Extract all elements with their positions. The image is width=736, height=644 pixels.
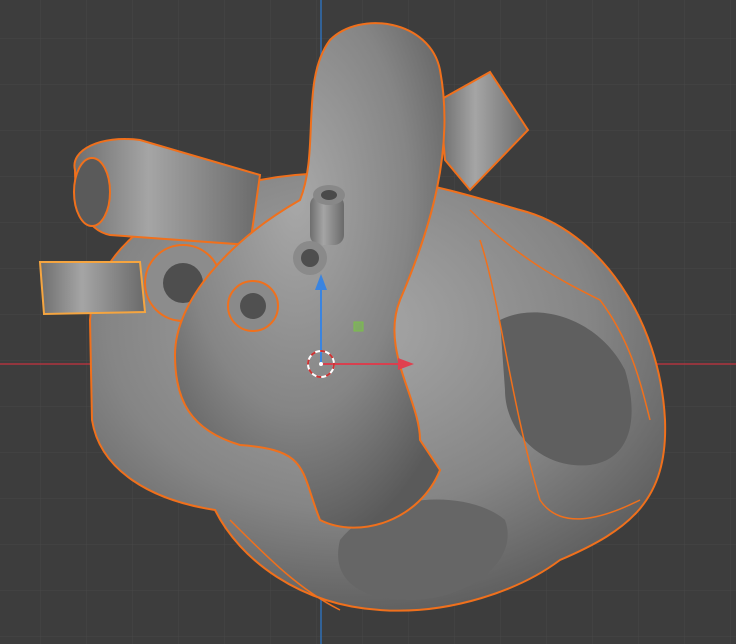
3d-viewport[interactable] bbox=[0, 0, 736, 644]
move-plane-handle-icon[interactable] bbox=[353, 321, 364, 332]
viewport-canvas[interactable] bbox=[0, 0, 736, 644]
